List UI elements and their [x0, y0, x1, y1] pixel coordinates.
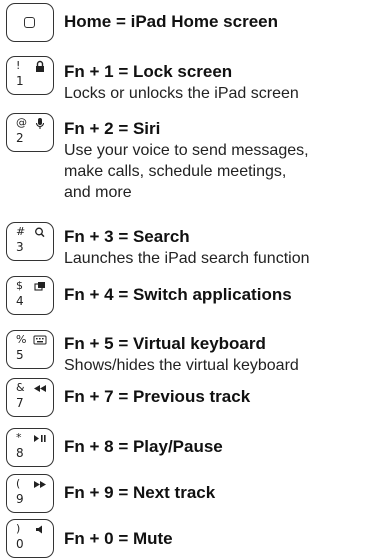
shortcut-title: Fn + 9 = Next track — [64, 483, 216, 502]
key-number: 7 — [16, 396, 24, 410]
key-symbol: * — [16, 431, 22, 444]
shortcut-title: Fn + 3 = Search — [64, 227, 190, 246]
switch-apps-icon — [34, 282, 45, 291]
shortcut-title: Fn + 0 = Mute — [64, 529, 173, 548]
lock-icon — [36, 60, 44, 72]
key-9: ( 9 — [6, 474, 54, 513]
shortcut-title: Fn + 8 = Play/Pause — [64, 437, 223, 456]
key-symbol: @ — [16, 116, 27, 129]
key-symbol: ( — [16, 477, 21, 490]
mute-icon — [36, 525, 42, 534]
key-number: 9 — [16, 492, 24, 506]
key-number: 5 — [16, 348, 24, 362]
home-button-icon — [24, 17, 35, 28]
key-number: 4 — [16, 294, 24, 308]
key-symbol: % — [16, 333, 27, 346]
shortcut-title: Home = iPad Home screen — [64, 12, 279, 31]
key-symbol: ) — [16, 522, 21, 535]
shortcut-title: Fn + 4 = Switch applications — [64, 285, 292, 304]
microphone-icon — [35, 118, 45, 129]
key-7: & 7 — [6, 378, 54, 417]
key-1: ! 1 — [6, 56, 54, 95]
key-number: 1 — [16, 74, 24, 88]
key-symbol: # — [16, 225, 26, 238]
key-0: ) 0 — [6, 519, 54, 558]
shortcut-description: Use your voice to send messages, make ca… — [64, 142, 309, 201]
key-number: 2 — [16, 131, 24, 145]
shortcut-description: Locks or unlocks the iPad screen — [64, 85, 299, 102]
shortcut-title: Fn + 1 = Lock screen — [64, 62, 233, 81]
previous-track-icon — [34, 385, 46, 392]
key-symbol: $ — [16, 279, 23, 292]
magnifier-icon — [35, 227, 45, 238]
key-symbol: ! — [16, 59, 21, 72]
shortcut-description: Launches the iPad search function — [64, 250, 310, 267]
key-4: $ 4 — [6, 276, 54, 315]
keyboard-icon — [33, 335, 47, 345]
next-track-icon — [34, 481, 46, 488]
key-2: @ 2 — [6, 113, 54, 152]
key-5: % 5 — [6, 330, 54, 369]
shortcut-title: Fn + 5 = Virtual keyboard — [64, 334, 266, 353]
key-symbol: & — [16, 381, 25, 394]
key-number: 0 — [16, 537, 24, 551]
key-number: 8 — [16, 446, 24, 460]
shortcut-title: Fn + 2 = Siri — [64, 119, 161, 138]
key-3: # 3 — [6, 222, 54, 261]
home-key — [6, 3, 54, 42]
shortcut-description: Shows/hides the virtual keyboard — [64, 357, 299, 374]
key-number: 3 — [16, 240, 24, 254]
shortcut-title: Fn + 7 = Previous track — [64, 387, 251, 406]
key-8: * 8 — [6, 428, 54, 467]
play-pause-icon — [34, 435, 46, 442]
